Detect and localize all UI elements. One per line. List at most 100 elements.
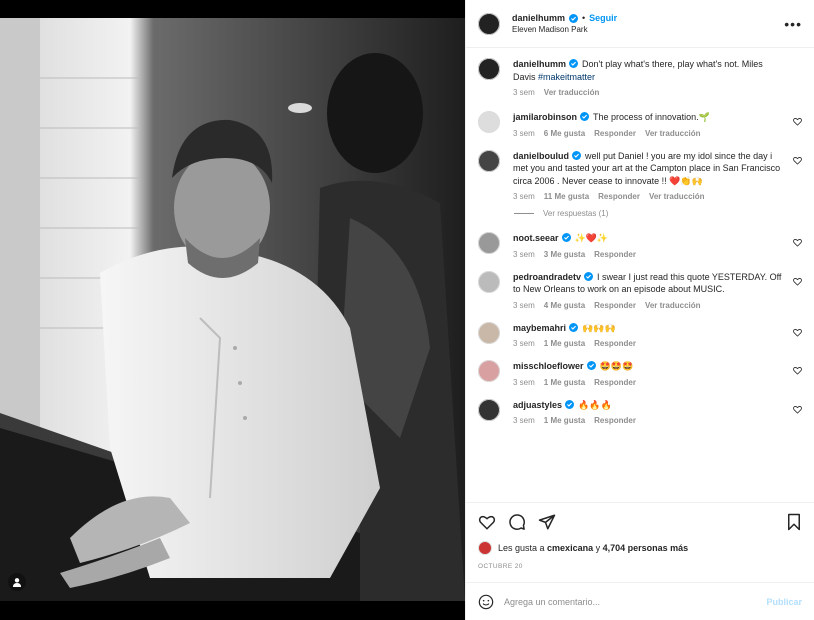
comment-time[interactable]: 3 sem: [513, 301, 535, 310]
reply-button[interactable]: Responder: [598, 192, 640, 201]
caption: danielhumm Don't play what's there, play …: [478, 58, 802, 97]
translate-link[interactable]: Ver traducción: [645, 129, 701, 138]
comment-time[interactable]: 3 sem: [513, 378, 535, 387]
comment-likes[interactable]: 1 Me gusta: [544, 339, 585, 348]
liker-avatar: [478, 541, 492, 555]
reply-button[interactable]: Responder: [594, 250, 636, 259]
liker-username[interactable]: cmexicana: [547, 543, 593, 553]
comment-username[interactable]: noot.seear: [513, 233, 559, 243]
comment-username[interactable]: danielboulud: [513, 151, 569, 161]
comment-item: danielboulud well put Daniel ! you are my…: [478, 149, 802, 201]
comment-item: noot.seear ✨❤️✨ 3 sem 3 Me gusta Responder: [478, 232, 802, 259]
comment-username[interactable]: jamilarobinson: [513, 112, 577, 122]
comment-username[interactable]: misschloeflower: [513, 361, 584, 371]
comment-time[interactable]: 3 sem: [513, 129, 535, 138]
avatar[interactable]: [478, 149, 500, 172]
comment-item: misschloeflower 🤩🤩🤩 3 sem 1 Me gusta Respon…: [478, 360, 802, 387]
comment-username[interactable]: pedroandradetv: [513, 272, 581, 282]
caption-time[interactable]: 3 sem: [513, 88, 535, 97]
header-username[interactable]: danielhumm: [512, 13, 565, 23]
post-date[interactable]: OCTUBRE 20: [478, 563, 802, 570]
photo-panel: [0, 0, 465, 620]
post-header: danielhumm • Seguir Eleven Madison Park …: [466, 0, 814, 48]
comment-likes[interactable]: 6 Me gusta: [544, 129, 585, 138]
reply-button[interactable]: Responder: [594, 378, 636, 387]
separator-dot: •: [582, 13, 586, 23]
follow-button[interactable]: Seguir: [589, 13, 617, 23]
translate-link[interactable]: Ver traducción: [645, 301, 701, 310]
verified-icon: [561, 233, 571, 242]
comment-username[interactable]: adjuastyles: [513, 400, 562, 410]
comment-text: 🔥🔥🔥: [578, 399, 612, 410]
user-icon: [13, 578, 21, 587]
post-photo[interactable]: [0, 18, 465, 601]
likes-prefix: Les gusta a: [498, 543, 548, 553]
avatar[interactable]: [478, 58, 500, 80]
verified-icon: [572, 150, 581, 160]
comment-username[interactable]: maybemahri: [513, 323, 566, 333]
view-replies-label: Ver respuestas (1): [543, 209, 609, 218]
comment-likes[interactable]: 1 Me gusta: [544, 416, 585, 425]
verified-icon: [569, 13, 579, 23]
comment-text: ✨❤️✨: [574, 233, 609, 243]
reply-button[interactable]: Responder: [594, 339, 636, 348]
more-options-icon[interactable]: •••: [784, 16, 802, 32]
avatar[interactable]: [478, 270, 500, 293]
verified-icon: [569, 322, 579, 332]
like-heart-icon[interactable]: [793, 156, 802, 165]
bookmark-icon[interactable]: [786, 513, 802, 531]
like-heart-icon[interactable]: [793, 328, 802, 337]
comment-time[interactable]: 3 sem: [513, 339, 535, 348]
like-icon[interactable]: [478, 513, 496, 531]
comment-item: jamilarobinson The process of innovation.…: [478, 111, 802, 138]
comment-icon[interactable]: [508, 513, 526, 531]
like-heart-icon[interactable]: [793, 238, 802, 247]
reply-button[interactable]: Responder: [594, 301, 636, 310]
caption-username[interactable]: danielhumm: [513, 59, 566, 69]
avatar[interactable]: [478, 360, 500, 382]
location-link[interactable]: Eleven Madison Park: [512, 25, 784, 34]
reply-button[interactable]: Responder: [594, 129, 636, 138]
translate-link[interactable]: Ver traducción: [649, 192, 705, 201]
view-replies-button[interactable]: Ver respuestas (1): [514, 209, 802, 218]
comment-time[interactable]: 3 sem: [513, 192, 535, 201]
comment-time[interactable]: 3 sem: [513, 416, 535, 425]
comment-item: adjuastyles 🔥🔥🔥 3 sem 1 Me gusta Responder: [478, 398, 802, 425]
comment-likes[interactable]: 1 Me gusta: [544, 378, 585, 387]
comment-time[interactable]: 3 sem: [513, 250, 535, 259]
tagged-users-button[interactable]: [8, 573, 26, 591]
like-heart-icon[interactable]: [793, 277, 802, 286]
avatar[interactable]: [478, 12, 500, 35]
post-comment-button[interactable]: Publicar: [766, 597, 802, 607]
avatar[interactable]: [478, 321, 500, 344]
comment-likes[interactable]: 11 Me gusta: [544, 192, 589, 201]
avatar[interactable]: [478, 111, 500, 133]
avatar[interactable]: [478, 398, 500, 421]
verified-icon: [565, 399, 575, 409]
hashtag-link[interactable]: #makeitmatter: [538, 72, 595, 82]
likes-middle: y: [593, 543, 603, 553]
verified-icon: [586, 361, 596, 370]
translate-link[interactable]: Ver traducción: [544, 88, 600, 97]
likes-count[interactable]: 4,704 personas más: [603, 543, 689, 553]
avatar[interactable]: [478, 232, 500, 254]
post-sidebar: danielhumm • Seguir Eleven Madison Park …: [465, 0, 814, 620]
comment-likes[interactable]: 3 Me gusta: [544, 250, 585, 259]
verified-icon: [584, 271, 594, 281]
comment-composer: Publicar: [466, 582, 814, 620]
comment-text: 🤩🤩🤩: [599, 361, 634, 371]
comment-item: maybemahri 🙌🙌🙌 3 sem 1 Me gusta Responder: [478, 321, 802, 348]
share-icon[interactable]: [538, 513, 556, 531]
comment-text: 🙌🙌🙌: [582, 322, 616, 333]
comments-list[interactable]: danielhumm Don't play what's there, play …: [466, 48, 814, 502]
like-heart-icon[interactable]: [793, 117, 802, 126]
reply-button[interactable]: Responder: [594, 416, 636, 425]
verified-icon: [580, 112, 590, 121]
like-heart-icon[interactable]: [793, 366, 802, 375]
like-heart-icon[interactable]: [793, 405, 802, 414]
emoji-icon[interactable]: [478, 594, 494, 610]
post-actions: Les gusta a cmexicana y 4,704 personas m…: [466, 502, 814, 570]
comment-likes[interactable]: 4 Me gusta: [544, 301, 585, 310]
comment-input[interactable]: [504, 596, 767, 607]
likes-summary[interactable]: Les gusta a cmexicana y 4,704 personas m…: [478, 541, 802, 555]
